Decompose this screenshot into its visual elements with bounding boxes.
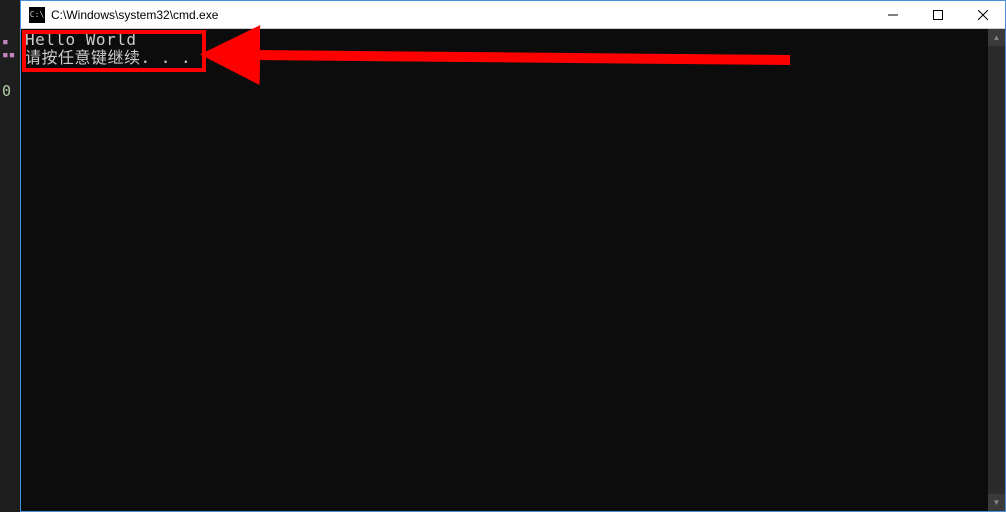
titlebar[interactable]: C:\ C:\Windows\system32\cmd.exe [21,1,1005,29]
terminal-area[interactable]: Hello World 请按任意键继续. . . [21,29,1005,511]
cmd-window: C:\ C:\Windows\system32\cmd.exe Hello Wo… [20,0,1006,512]
terminal-line: 请按任意键继续. . . [25,49,1001,67]
cmd-icon: C:\ [29,7,45,23]
vertical-scrollbar[interactable]: ▲ ▼ [988,29,1005,511]
close-icon [978,10,988,20]
scroll-track[interactable] [988,46,1005,494]
gutter-mark: 0 [2,82,11,100]
window-title: C:\Windows\system32\cmd.exe [51,8,870,22]
maximize-icon [933,10,943,20]
scroll-up-arrow-icon[interactable]: ▲ [988,29,1005,46]
cmd-icon-text: C:\ [30,10,44,19]
gutter-mark: ▪ ▪▪ [2,35,20,61]
terminal-line: Hello World [25,31,1001,49]
editor-gutter: ▪ ▪▪ 0 [0,0,20,512]
minimize-icon [888,10,898,20]
window-controls [870,1,1005,28]
maximize-button[interactable] [915,1,960,29]
scroll-down-arrow-icon[interactable]: ▼ [988,494,1005,511]
minimize-button[interactable] [870,1,915,29]
close-button[interactable] [960,1,1005,29]
